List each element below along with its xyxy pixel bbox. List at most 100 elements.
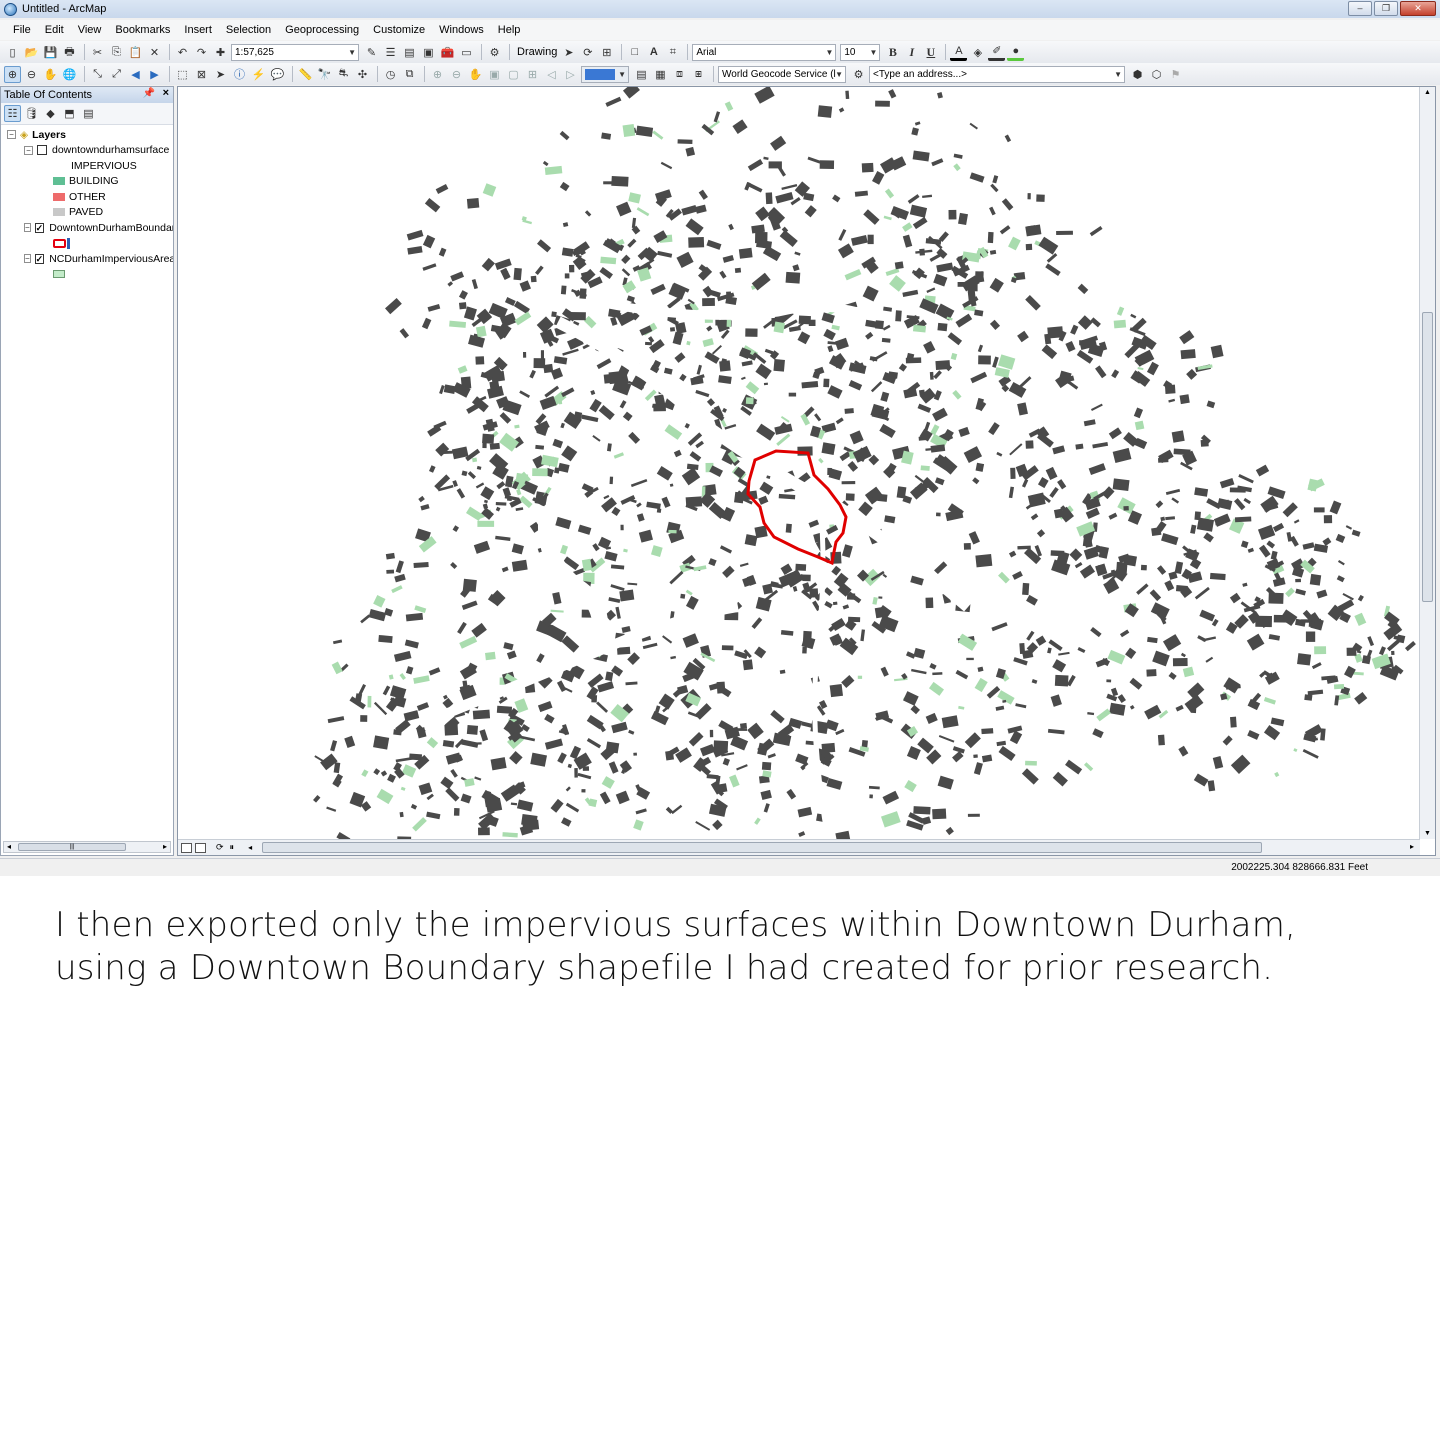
list-by-drawing-order-icon[interactable]: ☷ (4, 105, 21, 122)
collapse-icon[interactable]: − (7, 130, 16, 140)
data-driven-pages-icon[interactable]: ⧆ (690, 66, 707, 83)
collapse-icon[interactable]: − (24, 145, 33, 155)
save-icon[interactable]: 💾 (42, 44, 59, 61)
full-extent-icon[interactable]: 🌐 (61, 66, 78, 83)
time-slider-icon[interactable]: ◷ (382, 66, 399, 83)
scroll-up-arrow-icon[interactable]: ▲ (1424, 89, 1431, 96)
pin-icon[interactable]: 📌 (143, 88, 155, 99)
fixed-zoom-out-icon[interactable]: ⤢ (108, 66, 125, 83)
impervious-surface-map[interactable] (178, 87, 1420, 839)
menu-file[interactable]: File (6, 24, 38, 36)
font-size-combo[interactable]: 10 ▼ (840, 43, 881, 61)
select-elements-arrow-icon[interactable]: ➤ (212, 66, 229, 83)
catalog-icon[interactable]: ▤ (401, 44, 418, 61)
menu-help[interactable]: Help (491, 24, 528, 36)
legend-class-row[interactable]: OTHER (1, 189, 173, 205)
pan-hand-icon[interactable]: ✋ (42, 66, 59, 83)
menu-selection[interactable]: Selection (219, 24, 278, 36)
legend-class-row[interactable]: BUILDING (1, 174, 173, 190)
list-by-source-icon[interactable]: 🛢 (23, 105, 40, 122)
legend-class-row[interactable]: PAVED (1, 205, 173, 221)
measure-icon[interactable]: 📏 (297, 66, 314, 83)
layer-row-boundary[interactable]: − ✓ DowntownDurhamBoundary (1, 220, 173, 236)
copy-icon[interactable]: ⎘ (108, 44, 125, 61)
html-popup-icon[interactable]: 💬 (269, 66, 286, 83)
layer-row-surface[interactable]: − downtowndurhamsurface (1, 143, 173, 159)
data-view-icon[interactable] (181, 842, 192, 853)
zoom-to-address-icon[interactable]: ⬡ (1148, 66, 1165, 83)
zoom-in-icon[interactable]: ⊕ (4, 65, 21, 83)
map-scale-combo[interactable]: 1:57,625 ▼ (231, 43, 359, 61)
font-name-combo[interactable]: Arial ▼ (692, 43, 837, 61)
layer-visibility-checkbox[interactable]: ✓ (34, 222, 45, 233)
find-route-icon[interactable]: ⛐ (335, 66, 352, 83)
clear-selection-icon[interactable]: ⊠ (193, 66, 210, 83)
flag-address-icon[interactable]: ⚑ (1167, 66, 1184, 83)
edit-vertices-icon[interactable]: ⌗ (664, 44, 681, 61)
python-window-icon[interactable]: ▭ (458, 44, 475, 61)
menu-windows[interactable]: Windows (432, 24, 491, 36)
pause-drawing-icon[interactable]: ⏸ (230, 842, 235, 853)
toc-horizontal-scrollbar[interactable]: ◂ ||| ▸ (3, 841, 171, 853)
focus-data-frame-icon[interactable]: ▦ (652, 66, 669, 83)
refresh-icon[interactable]: ⟳ (216, 842, 224, 853)
legend-symbol-row[interactable] (1, 236, 173, 252)
address-input[interactable]: <Type an address...> ▼ (869, 65, 1125, 83)
layer-visibility-checkbox[interactable]: ✓ (34, 253, 45, 264)
menu-edit[interactable]: Edit (38, 24, 71, 36)
layer-visibility-checkbox[interactable] (37, 145, 47, 156)
select-elements-icon[interactable]: ➤ (560, 44, 577, 61)
zoom-out-icon[interactable]: ⊖ (23, 66, 40, 83)
open-folder-icon[interactable]: 📂 (23, 44, 40, 61)
maximize-button[interactable]: ❐ (1374, 1, 1398, 16)
print-icon[interactable]: 🖶 (61, 44, 78, 61)
geocode-options-icon[interactable]: ⚙ (850, 66, 867, 83)
collapse-icon[interactable]: − (24, 254, 31, 264)
minimize-button[interactable]: – (1348, 1, 1372, 16)
fill-color-icon[interactable]: ◈ (969, 44, 986, 61)
bold-button[interactable]: B (884, 44, 901, 61)
toggle-draft-mode-icon[interactable]: ▤ (633, 66, 650, 83)
undo-icon[interactable]: ↶ (174, 44, 191, 61)
italic-button[interactable]: I (903, 44, 920, 61)
menu-bookmarks[interactable]: Bookmarks (108, 24, 177, 36)
search-window-icon[interactable]: ▣ (420, 44, 437, 61)
arctoolbox-icon[interactable]: 🧰 (439, 44, 456, 61)
font-color-icon[interactable]: A (950, 44, 968, 61)
map-vertical-scrollbar[interactable]: ▲ ▼ (1419, 87, 1435, 839)
create-viewer-window-icon[interactable]: ⧉ (401, 66, 418, 83)
menu-insert[interactable]: Insert (177, 24, 219, 36)
scrollbar-thumb[interactable] (1422, 312, 1433, 602)
layout-view-icon[interactable] (195, 842, 206, 853)
cut-icon[interactable]: ✂ (89, 44, 106, 61)
find-binoculars-icon[interactable]: 🔭 (316, 66, 333, 83)
layers-root-row[interactable]: − ◈ Layers (1, 127, 173, 143)
rotate-icon[interactable]: ⟳ (579, 44, 596, 61)
hyperlink-icon[interactable]: ⚡ (250, 66, 267, 83)
scroll-left-arrow-icon[interactable]: ◂ (7, 842, 11, 851)
model-builder-icon[interactable]: ⚙ (486, 44, 503, 61)
map-horizontal-scrollbar[interactable]: ⟳ ⏸ ◂ ▸ (178, 839, 1420, 855)
redo-icon[interactable]: ↷ (193, 44, 210, 61)
new-document-icon[interactable]: ▯ (4, 44, 21, 61)
scroll-left-arrow-icon[interactable]: ◂ (248, 843, 252, 852)
paste-icon[interactable]: 📋 (127, 44, 144, 61)
text-tool-icon[interactable]: A (645, 44, 662, 61)
fixed-zoom-in-icon[interactable]: ⤡ (89, 66, 106, 83)
list-by-selection-icon[interactable]: ⬒ (61, 105, 78, 122)
layer-row-impervious[interactable]: − ✓ NCDurhamImperviousArea (1, 251, 173, 267)
back-arrow-icon[interactable]: ◀ (127, 66, 144, 83)
collapse-icon[interactable]: − (24, 223, 31, 233)
editor-toolbar-icon[interactable]: ✎ (363, 44, 380, 61)
zoom-to-selected-icon[interactable]: ⊞ (598, 44, 615, 61)
legend-symbol-row[interactable] (1, 267, 173, 283)
line-color-icon[interactable]: ✐ (988, 44, 1006, 61)
select-features-icon[interactable]: ⬚ (174, 66, 191, 83)
drawing-menu[interactable]: Drawing (517, 46, 557, 58)
scroll-down-arrow-icon[interactable]: ▼ (1424, 830, 1431, 837)
close-button[interactable]: ✕ (1400, 1, 1436, 16)
add-data-icon[interactable]: ✚ (212, 44, 229, 61)
scrollbar-thumb[interactable]: ||| (18, 843, 126, 851)
scrollbar-thumb[interactable] (262, 842, 1262, 853)
marker-color-icon[interactable]: ● (1007, 44, 1025, 61)
